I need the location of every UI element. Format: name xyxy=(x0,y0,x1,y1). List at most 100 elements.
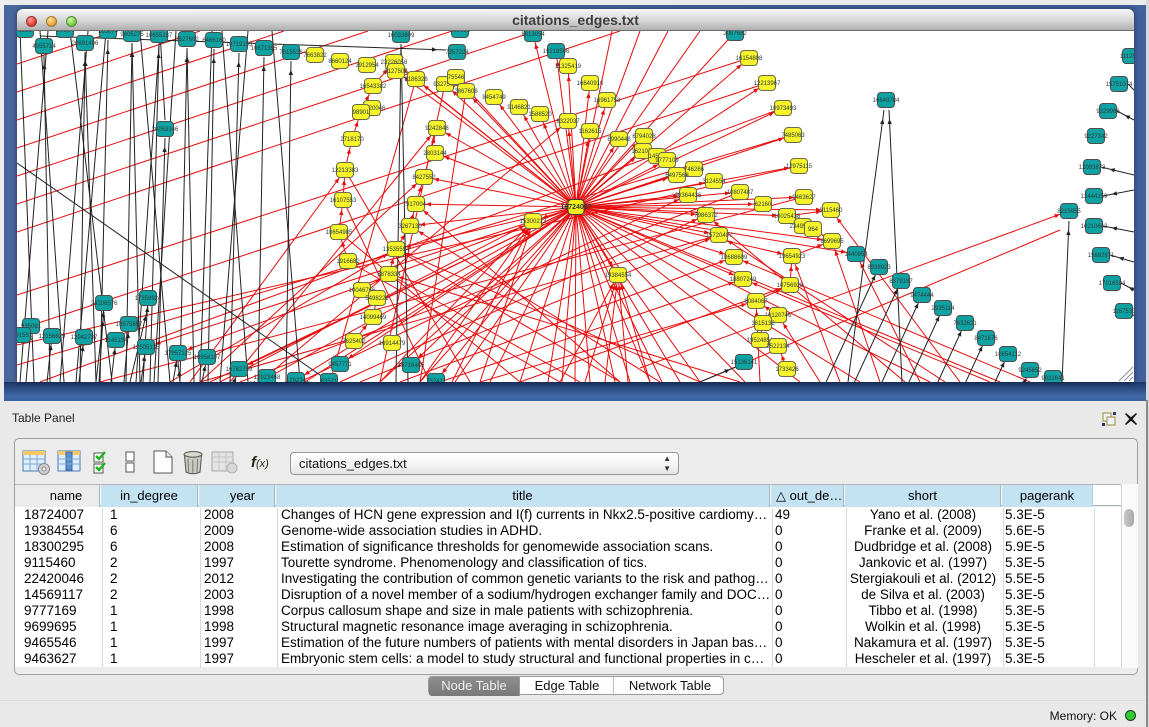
svg-text:98901: 98901 xyxy=(353,110,370,116)
svg-text:16033809: 16033809 xyxy=(388,33,415,39)
svg-text:8427552: 8427552 xyxy=(412,175,436,181)
svg-text:18807249: 18807249 xyxy=(730,277,757,283)
svg-text:917004: 917004 xyxy=(406,202,427,208)
svg-text:1615132: 1615132 xyxy=(751,321,775,327)
svg-text:12213383: 12213383 xyxy=(332,168,359,174)
svg-text:12156829: 12156829 xyxy=(39,334,66,340)
svg-text:2087682: 2087682 xyxy=(723,31,747,37)
svg-text:9463627: 9463627 xyxy=(792,195,816,201)
svg-text:15300213: 15300213 xyxy=(520,219,547,225)
svg-text:8990448: 8990448 xyxy=(607,137,631,143)
svg-text:9474444: 9474444 xyxy=(910,293,934,299)
svg-text:10654985: 10654985 xyxy=(326,230,353,236)
svg-text:752411: 752411 xyxy=(426,379,446,382)
svg-text:7357224: 7357224 xyxy=(445,50,469,56)
svg-text:8660124: 8660124 xyxy=(328,59,352,65)
svg-text:12923468: 12923468 xyxy=(254,375,281,381)
svg-text:9605275: 9605275 xyxy=(120,32,144,38)
svg-text:16543382: 16543382 xyxy=(360,84,387,90)
svg-text:15716485: 15716485 xyxy=(398,363,425,369)
svg-text:8699695: 8699695 xyxy=(820,239,844,245)
svg-text:12505135: 12505135 xyxy=(133,345,160,351)
svg-text:9115460: 9115460 xyxy=(820,208,844,214)
svg-text:10688609: 10688609 xyxy=(721,255,748,261)
svg-text:12213967: 12213967 xyxy=(754,81,781,87)
svg-text:7632621: 7632621 xyxy=(953,321,977,327)
svg-text:391551: 391551 xyxy=(17,333,33,339)
svg-text:7986372: 7986372 xyxy=(694,213,718,219)
svg-text:9227342: 9227342 xyxy=(1084,134,1108,140)
svg-text:19654923: 19654923 xyxy=(779,254,806,260)
svg-text:1527602: 1527602 xyxy=(175,37,199,43)
svg-text:75546: 75546 xyxy=(448,75,465,81)
svg-text:16210643: 16210643 xyxy=(1081,224,1108,230)
svg-text:16640910: 16640910 xyxy=(577,81,604,87)
svg-text:3124554: 3124554 xyxy=(702,179,726,185)
svg-text:16154808: 16154808 xyxy=(736,56,763,62)
svg-text:17016504: 17016504 xyxy=(1099,281,1126,287)
svg-text:12975115: 12975115 xyxy=(786,164,813,170)
svg-text:6466160: 6466160 xyxy=(202,38,226,44)
svg-text:9084067: 9084067 xyxy=(744,299,768,305)
svg-text:10654112: 10654112 xyxy=(995,352,1022,358)
svg-text:12942737: 12942737 xyxy=(71,335,98,341)
svg-text:16914479: 16914479 xyxy=(379,341,406,347)
svg-text:13535594: 13535594 xyxy=(383,247,410,253)
svg-text:7515526: 7515526 xyxy=(279,50,303,56)
svg-text:9832641: 9832641 xyxy=(1041,376,1065,382)
svg-text:10975857: 10975857 xyxy=(116,322,143,328)
svg-text:11325419: 11325419 xyxy=(555,64,582,70)
svg-text:8454749: 8454749 xyxy=(482,95,506,101)
svg-text:8813054: 8813054 xyxy=(521,32,545,38)
svg-text:15136141: 15136141 xyxy=(731,360,758,366)
svg-text:16961758: 16961758 xyxy=(594,98,621,104)
svg-text:1588520: 1588520 xyxy=(528,112,552,118)
svg-text:10719155: 10719155 xyxy=(226,42,253,48)
svg-text:6379197: 6379197 xyxy=(889,279,913,285)
svg-text:19384554: 19384554 xyxy=(605,273,632,279)
svg-text:15720407: 15720407 xyxy=(706,233,733,239)
svg-text:6794028: 6794028 xyxy=(632,134,656,140)
svg-text:2803144: 2803144 xyxy=(423,151,447,157)
svg-text:9245652: 9245652 xyxy=(1018,368,1042,374)
svg-text:83521: 83521 xyxy=(321,379,338,382)
svg-text:9457771: 9457771 xyxy=(328,362,352,368)
svg-text:6497568: 6497568 xyxy=(665,173,689,179)
svg-text:62160: 62160 xyxy=(755,202,772,208)
svg-text:5498222: 5498222 xyxy=(365,296,389,302)
svg-text:16648784: 16648784 xyxy=(873,98,900,104)
svg-text:24206576: 24206576 xyxy=(91,301,118,307)
svg-text:16671355: 16671355 xyxy=(251,46,278,52)
svg-text:10756928: 10756928 xyxy=(777,283,804,289)
svg-text:17359924: 17359924 xyxy=(135,296,162,302)
svg-text:9242848: 9242848 xyxy=(425,126,449,132)
svg-text:1551: 1551 xyxy=(18,31,32,34)
svg-text:18724007: 18724007 xyxy=(560,204,591,211)
svg-text:964: 964 xyxy=(808,227,819,233)
svg-text:7485063: 7485063 xyxy=(781,133,805,139)
svg-text:185074: 185074 xyxy=(98,31,119,35)
svg-text:8186328: 8186328 xyxy=(404,77,428,83)
svg-text:12093873: 12093873 xyxy=(1079,165,1106,171)
svg-text:1440954: 1440954 xyxy=(844,252,868,258)
svg-text:14099469: 14099469 xyxy=(360,315,387,321)
svg-text:2867608: 2867608 xyxy=(454,89,478,95)
svg-text:16782759: 16782759 xyxy=(226,367,253,373)
svg-text:1916682: 1916682 xyxy=(336,259,360,265)
svg-text:10973493: 10973493 xyxy=(770,106,797,112)
svg-text:8215955: 8215955 xyxy=(1057,209,1081,215)
svg-text:10807487: 10807487 xyxy=(727,190,754,196)
svg-text:20691406: 20691406 xyxy=(72,41,99,47)
svg-text:7663822: 7663822 xyxy=(303,53,327,59)
svg-text:9329966: 9329966 xyxy=(1096,109,1120,115)
svg-text:8471676: 8471676 xyxy=(974,336,998,342)
svg-text:16107553: 16107553 xyxy=(330,198,357,204)
svg-text:1162615: 1162615 xyxy=(579,129,603,135)
svg-text:129234: 129234 xyxy=(286,378,307,382)
svg-text:20364436: 20364436 xyxy=(675,193,702,199)
svg-text:8878334: 8878334 xyxy=(377,272,401,278)
svg-text:1112837: 1112837 xyxy=(1120,54,1134,60)
svg-text:15751074: 15751074 xyxy=(1106,82,1133,88)
svg-text:12444159: 12444159 xyxy=(1081,194,1108,200)
svg-text:1733426: 1733426 xyxy=(775,367,799,373)
